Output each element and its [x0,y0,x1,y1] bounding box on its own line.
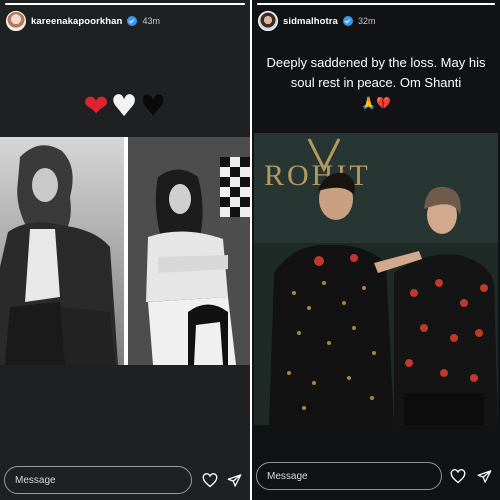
heart-outline-icon[interactable] [200,470,220,490]
story-sidmalhotra[interactable]: sidmalhotra 32m Deeply saddened by the l… [252,0,500,500]
story-caption: Deeply saddened by the loss. May his sou… [262,53,490,93]
white-heart-icon: ♥ [110,89,138,124]
caption-emojis: 🙏💔 [361,96,391,110]
story-kareenakapoorkhan[interactable]: kareenakapoorkhan 43m ❤ ♥ ♥ [0,0,250,500]
story-timestamp: 32m [357,16,376,26]
black-heart-icon: ♥ [139,89,167,124]
story-footer [0,454,250,500]
story-username[interactable]: kareenakapoorkhan [31,16,122,27]
heart-outline-icon[interactable] [448,466,468,486]
avatar[interactable] [258,11,278,31]
send-icon[interactable] [474,466,494,486]
vintage-photo-left [0,137,124,365]
caption-line-1: Deeply saddened by the loss. May his [266,55,486,70]
message-input[interactable] [4,466,192,494]
story-progress-bar [257,3,495,5]
heart-emojis: ❤ ♥ ♥ [0,92,250,122]
photo-collage [0,137,250,365]
story-timestamp: 43m [142,16,160,26]
caption-line-2: soul rest in peace. Om Shanti [290,75,462,90]
send-icon[interactable] [224,470,244,490]
story-footer [252,454,500,500]
red-heart-icon: ❤ [83,89,109,124]
verified-badge-icon [342,16,353,26]
story-username[interactable]: sidmalhotra [283,16,338,27]
story-header: sidmalhotra 32m [258,10,375,32]
verified-badge-icon [127,16,138,26]
avatar[interactable] [6,11,26,31]
story-header: kareenakapoorkhan 43m [6,10,160,32]
message-input[interactable] [256,462,442,490]
event-photo: ROHIT [254,133,498,425]
story-progress-bar [5,3,245,5]
vintage-photo-right [128,137,250,365]
